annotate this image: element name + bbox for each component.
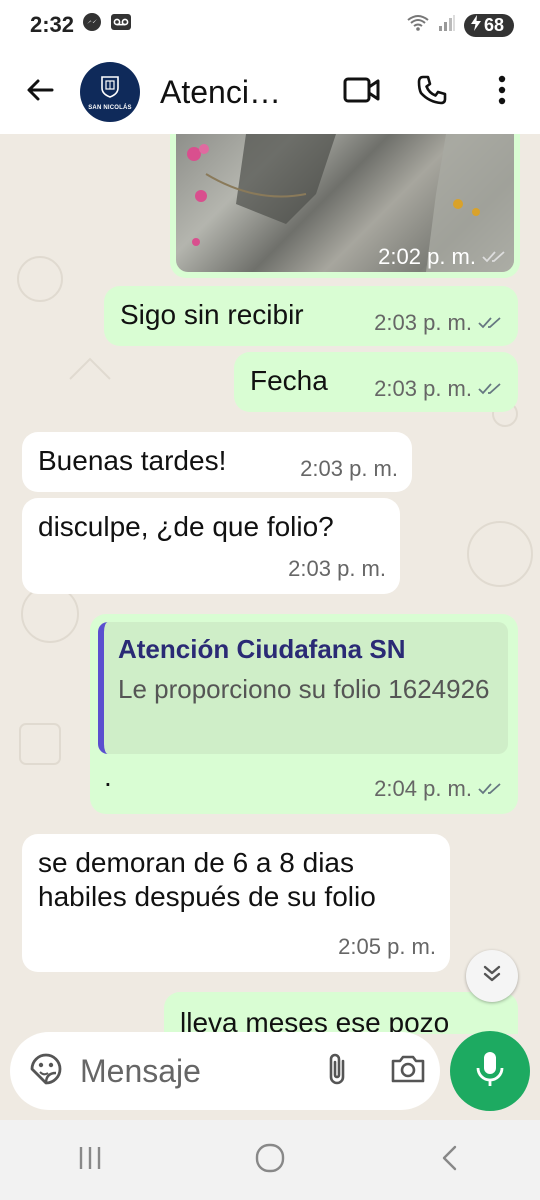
message-time: 2:05 p. m. — [338, 934, 436, 959]
status-right: 68 — [406, 13, 514, 38]
message-meta: 2:04 p. m. — [374, 772, 502, 806]
delivered-ticks-icon — [482, 250, 506, 264]
header-actions — [338, 68, 526, 116]
chat-header: SAN NICOLÁS Atenci… — [0, 50, 540, 134]
message-bubble-in[interactable]: disculpe, ¿de que folio? 2:03 p. m. — [22, 498, 400, 594]
status-bar: 2:32 68 — [0, 0, 540, 50]
battery-indicator: 68 — [463, 13, 514, 37]
phone-icon — [416, 74, 448, 111]
message-time: 2:03 p. m. — [300, 456, 398, 481]
avatar-text: SAN NICOLÁS — [88, 104, 132, 111]
back-button[interactable] — [10, 62, 70, 122]
contact-avatar[interactable]: SAN NICOLÁS — [80, 62, 140, 122]
recent-apps-icon[interactable] — [75, 1143, 105, 1178]
shield-logo-icon — [98, 74, 122, 103]
message-time: 2:02 p. m. — [378, 244, 476, 269]
message-text: . — [104, 761, 112, 792]
message-meta: 2:03 p. m. — [300, 452, 398, 486]
voice-record-button[interactable] — [450, 1031, 530, 1111]
sticker-icon[interactable] — [28, 1051, 64, 1092]
image-message-meta: 2:02 p. m. — [378, 244, 506, 270]
message-bubble-out-reply[interactable]: Atención Ciudafana SN Le proporciono su … — [90, 614, 518, 814]
arrow-left-icon — [24, 74, 56, 111]
message-composer — [10, 1032, 440, 1110]
mic-icon — [475, 1050, 505, 1093]
message-text: se demoran de 6 a 8 dias habiles después… — [38, 847, 376, 912]
home-icon[interactable] — [254, 1142, 286, 1179]
message-bubble-out[interactable]: Fecha 2:03 p. m. — [234, 352, 518, 412]
battery-charging-icon — [470, 14, 482, 36]
read-ticks-icon — [478, 382, 502, 396]
message-text: disculpe, ¿de que folio? — [38, 511, 334, 542]
message-meta: 2:05 p. m. — [338, 930, 436, 964]
read-ticks-icon — [478, 316, 502, 330]
contact-name[interactable]: Atenci… — [160, 74, 300, 111]
message-text: Sigo sin recibir — [120, 299, 304, 330]
message-time: 2:04 p. m. — [374, 776, 472, 801]
message-meta: 2:03 p. m. — [288, 552, 386, 586]
message-time: 2:03 p. m. — [288, 556, 386, 581]
voicemail-icon — [110, 12, 132, 38]
message-bubble-out[interactable]: Sigo sin recibir 2:03 p. m. — [104, 286, 518, 346]
quoted-text: Le proporciono su folio 1624926 — [118, 674, 490, 704]
battery-level: 68 — [483, 14, 504, 35]
quoted-message[interactable]: Atención Ciudafana SN Le proporciono su … — [98, 622, 508, 754]
message-input[interactable] — [78, 1051, 282, 1091]
message-text: lleva meses ese pozo — [180, 1007, 450, 1034]
message-time: 2:03 p. m. — [374, 376, 472, 401]
chat-area[interactable]: 2:02 p. m. Sigo sin recibir 2:03 p. m. F… — [0, 134, 540, 1034]
scroll-to-bottom-button[interactable] — [466, 950, 518, 1002]
message-meta: 2:03 p. m. — [374, 372, 502, 406]
more-options-button[interactable] — [478, 68, 526, 116]
message-bubble-in[interactable]: Buenas tardes! 2:03 p. m. — [22, 432, 412, 492]
status-left: 2:32 — [30, 12, 132, 38]
messenger-icon — [82, 12, 102, 38]
message-meta: 2:03 p. m. — [374, 306, 502, 340]
wifi-icon — [406, 13, 430, 38]
video-call-icon — [343, 76, 381, 109]
chevrons-down-icon — [481, 963, 503, 990]
image-message[interactable]: 2:02 p. m. — [170, 134, 520, 278]
read-ticks-icon — [478, 782, 502, 796]
video-call-button[interactable] — [338, 68, 386, 116]
more-vert-icon — [497, 74, 507, 111]
voice-call-button[interactable] — [408, 68, 456, 116]
message-bubble-in[interactable]: se demoran de 6 a 8 dias habiles después… — [22, 834, 450, 972]
message-text: Buenas tardes! — [38, 445, 227, 476]
message-bubble-out[interactable]: lleva meses ese pozo — [164, 992, 518, 1034]
message-time: 2:03 p. m. — [374, 310, 472, 335]
status-time: 2:32 — [30, 12, 75, 37]
camera-icon[interactable] — [390, 1053, 426, 1090]
message-text: Fecha — [250, 365, 328, 396]
system-nav-bar — [0, 1120, 540, 1200]
back-nav-icon[interactable] — [435, 1143, 465, 1178]
paperclip-icon[interactable] — [324, 1051, 350, 1092]
quoted-author: Atención Ciudafana SN — [118, 634, 406, 664]
signal-icon — [438, 14, 456, 37]
